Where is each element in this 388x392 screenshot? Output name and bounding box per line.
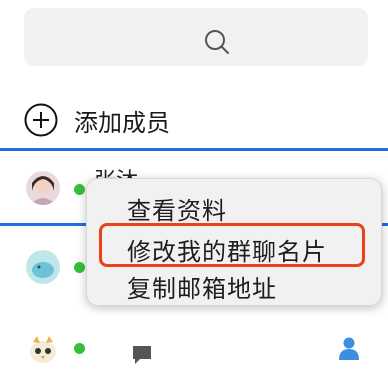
- context-menu: 查看资料 修改我的群聊名片 复制邮箱地址: [86, 178, 382, 306]
- person-icon[interactable]: [338, 336, 360, 360]
- avatar: [26, 171, 60, 205]
- menu-item-edit-group-nickname[interactable]: 修改我的群聊名片: [127, 232, 327, 267]
- menu-item-view-profile[interactable]: 查看资料: [127, 191, 227, 226]
- chat-bubble-icon: [133, 346, 151, 364]
- add-member-button[interactable]: 添加成员: [24, 102, 170, 138]
- online-status-dot: [74, 184, 85, 195]
- member-row[interactable]: [0, 318, 388, 382]
- search-bar[interactable]: [24, 8, 368, 66]
- search-icon: [205, 30, 229, 54]
- online-status-dot: [74, 343, 85, 354]
- member-panel: 添加成员 张沐: [0, 0, 388, 392]
- menu-item-copy-email[interactable]: 复制邮箱地址: [127, 269, 277, 304]
- plus-circle-icon: [24, 103, 58, 137]
- online-status-dot: [74, 262, 85, 273]
- avatar: [26, 332, 60, 366]
- avatar: [26, 250, 60, 284]
- add-member-label: 添加成员: [74, 108, 170, 137]
